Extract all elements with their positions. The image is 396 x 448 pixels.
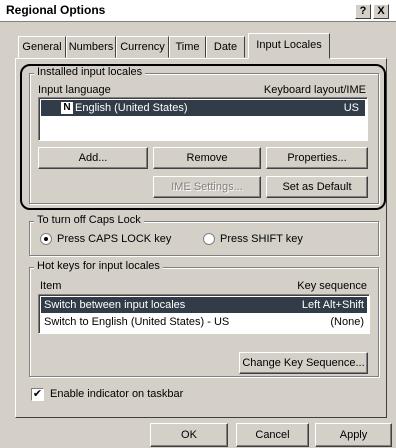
hotkeys-legend: Hot keys for input locales: [34, 260, 163, 272]
item-header: Item: [40, 280, 62, 292]
hotkey-sequence: Left Alt+Shift: [301, 299, 364, 311]
highlight-outline: [20, 64, 386, 210]
shift-key-option-label[interactable]: Press SHIFT key: [220, 233, 303, 245]
caps-lock-radio[interactable]: [40, 233, 52, 245]
hotkey-item: Switch between input locales: [44, 299, 186, 311]
apply-button[interactable]: Apply: [315, 423, 392, 447]
tab-date[interactable]: Date: [206, 36, 245, 58]
radio-selected-dot: [44, 237, 48, 241]
key-sequence-header: Key sequence: [297, 280, 367, 292]
shift-key-radio[interactable]: [203, 233, 215, 245]
title-bar: Regional Options ? X: [0, 0, 396, 22]
tab-input-locales[interactable]: Input Locales: [248, 33, 330, 59]
caps-lock-legend: To turn off Caps Lock: [34, 214, 144, 226]
tab-general[interactable]: General: [18, 36, 66, 58]
table-row[interactable]: Switch between input locales Left Alt+Sh…: [41, 297, 367, 313]
hotkeys-list[interactable]: Switch between input locales Left Alt+Sh…: [38, 294, 370, 334]
tab-time[interactable]: Time: [169, 36, 206, 58]
help-button[interactable]: ?: [355, 4, 371, 19]
enable-indicator-checkbox[interactable]: ✔: [31, 388, 44, 401]
hotkey-item: Switch to English (United States) - US: [44, 316, 230, 328]
window-title: Regional Options: [6, 3, 106, 17]
tab-currency[interactable]: Currency: [116, 36, 169, 58]
table-row[interactable]: Switch to English (United States) - US (…: [41, 314, 367, 330]
enable-indicator-label[interactable]: Enable indicator on taskbar: [50, 388, 183, 400]
ok-button[interactable]: OK: [150, 423, 228, 447]
tab-numbers[interactable]: Numbers: [66, 36, 116, 58]
hotkey-sequence: (None): [330, 316, 364, 328]
cancel-button[interactable]: Cancel: [236, 423, 309, 447]
close-button[interactable]: X: [373, 4, 389, 19]
caps-lock-option-label[interactable]: Press CAPS LOCK key: [57, 233, 171, 245]
change-key-sequence-button[interactable]: Change Key Sequence...: [239, 352, 368, 374]
